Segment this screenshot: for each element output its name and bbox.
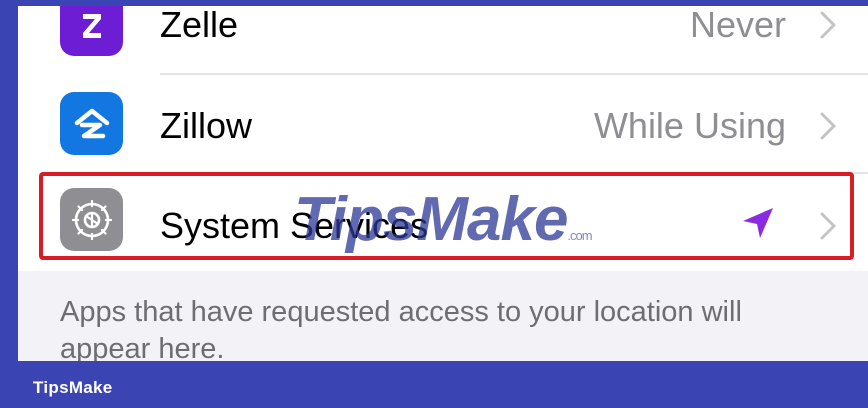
brand-bar: TipsMake	[0, 361, 868, 408]
watermark-text: TipsMake	[294, 185, 568, 254]
brand-label: TipsMake	[33, 378, 113, 397]
location-access-note: Apps that have requested access to your …	[60, 296, 742, 361]
list-item-label: Zillow	[160, 105, 253, 146]
location-settings-screen: Zelle Never Zillow While Using System Se…	[18, 6, 868, 361]
chevron-right-icon	[820, 11, 836, 39]
chevron-right-icon	[820, 112, 836, 140]
watermark: TipsMake.com	[294, 184, 593, 255]
zelle-icon	[60, 6, 123, 56]
list-item-zelle[interactable]: Zelle Never	[18, 6, 868, 74]
list-item-value: While Using	[593, 105, 786, 146]
watermark-suffix: .com	[567, 228, 592, 243]
list-item-value: Never	[689, 6, 786, 45]
zillow-icon	[60, 92, 123, 155]
list-item-label: Zelle	[160, 6, 239, 45]
list-item-zillow[interactable]: Zillow While Using	[18, 75, 868, 173]
